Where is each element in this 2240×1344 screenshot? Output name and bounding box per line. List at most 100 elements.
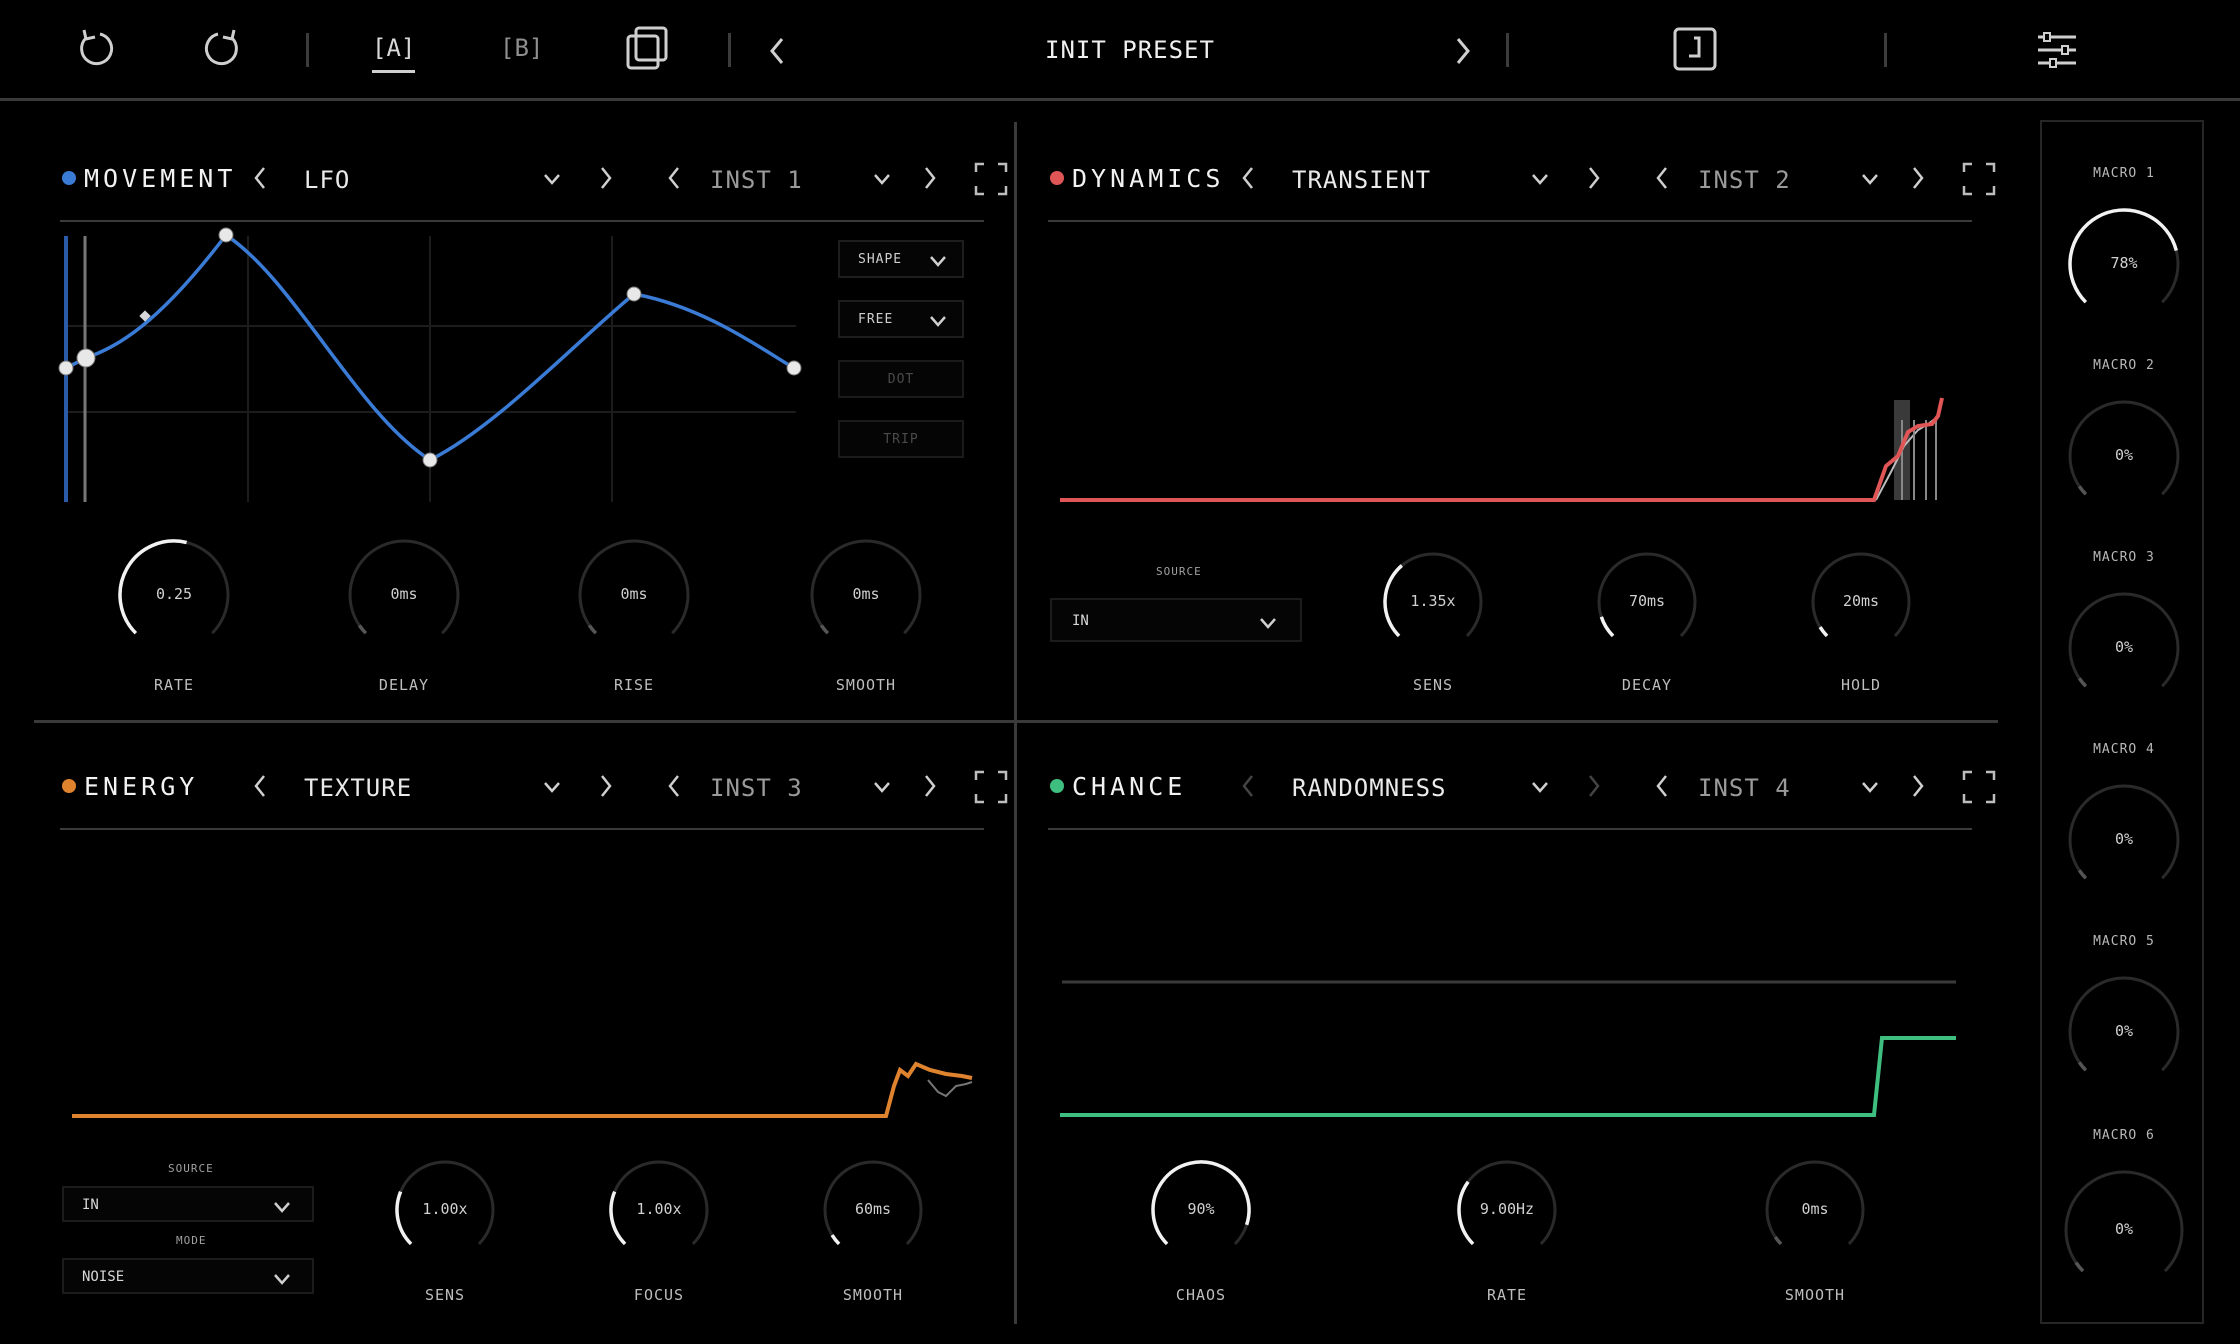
knob[interactable]: 0% [2064,780,2184,900]
expand-icon[interactable] [974,770,1008,804]
button-label: FREE [858,312,894,327]
knob[interactable]: 0ms [574,535,694,655]
knob[interactable]: 0ms [344,535,464,655]
knob[interactable]: 0.25 [114,535,234,655]
source-dropdown[interactable]: IN [1050,598,1302,642]
knob-label: DELAY [378,676,430,694]
module-dropdown-icon[interactable] [542,172,562,186]
copy-icon[interactable] [624,24,672,74]
randomness-graph [1060,980,1956,1117]
knob-fill [2077,869,2088,880]
inst-dropdown-icon[interactable] [872,780,892,794]
preset-name[interactable]: INIT PRESET [1045,36,1215,64]
knob[interactable]: 0% [2064,588,2184,708]
knob-fill [2074,1261,2085,1273]
knob[interactable]: 90% [1147,1156,1255,1264]
redo-icon[interactable] [200,26,244,70]
instance-label[interactable]: INST 3 [710,774,803,802]
free-dropdown[interactable]: FREE [838,300,964,338]
chevron-down-icon[interactable] [272,1200,292,1214]
chevron-down-icon[interactable] [928,254,948,268]
inst-dropdown-icon[interactable] [872,172,892,186]
module-type[interactable]: TRANSIENT [1292,166,1431,194]
texture-graph [72,1061,973,1118]
header-underline [1048,828,1972,830]
next-inst-icon[interactable] [922,165,938,191]
knob-label: SENS [424,1286,466,1304]
knob[interactable]: 70ms [1593,548,1701,656]
mode-dropdown[interactable]: NOISE [62,1258,314,1294]
expand-icon[interactable] [1962,162,1996,196]
knob[interactable]: 0ms [806,535,926,655]
dot-button[interactable]: DOT [838,360,964,398]
lfo-node [76,348,96,368]
signal-line [1060,1036,1956,1117]
lfo-graph[interactable] [56,222,856,512]
next-inst-icon[interactable] [1910,773,1926,799]
module-type[interactable]: LFO [304,166,350,194]
knob[interactable]: 0% [2064,972,2184,1092]
tab-a[interactable]: [A] [372,34,416,73]
knob[interactable]: 9.00Hz [1453,1156,1561,1264]
knob-label: SMOOTH [842,1286,904,1304]
next-preset-icon[interactable] [1450,36,1474,66]
next-module-icon[interactable] [1586,773,1602,799]
knob[interactable]: 0% [2064,396,2184,516]
instance-label[interactable]: INST 1 [710,166,803,194]
knob-value: 9.00Hz [1479,1200,1535,1218]
module-dropdown-icon[interactable] [1530,172,1550,186]
knob[interactable]: 0ms [1761,1156,1869,1264]
prev-inst-icon[interactable] [1654,773,1670,799]
chevron-down-icon[interactable] [1258,616,1278,630]
prev-module-icon[interactable] [252,773,268,799]
next-module-icon[interactable] [1586,165,1602,191]
knob-value: 90% [1187,1200,1215,1218]
knob-fill [357,624,368,635]
macro-label: MACRO 4 [2093,742,2155,757]
trip-button[interactable]: TRIP [838,420,964,458]
knob[interactable]: 78% [2064,204,2184,324]
chevron-down-icon[interactable] [928,314,948,328]
prev-module-icon[interactable] [252,165,268,191]
next-inst-icon[interactable] [922,773,938,799]
knob[interactable]: 60ms [819,1156,927,1264]
module-dropdown-icon[interactable] [542,780,562,794]
knob[interactable]: 20ms [1807,548,1915,656]
knob[interactable]: 1.35x [1379,548,1487,656]
knob-value: 0ms [620,585,648,603]
source-dropdown[interactable]: IN [62,1186,314,1222]
module-type[interactable]: RANDOMNESS [1292,774,1447,802]
knob[interactable]: 1.00x [605,1156,713,1264]
prev-preset-icon[interactable] [766,36,790,66]
knob[interactable]: 1.00x [391,1156,499,1264]
shape-dropdown[interactable]: SHAPE [838,240,964,278]
next-module-icon[interactable] [598,165,614,191]
save-icon[interactable] [1672,26,1718,72]
instance-label[interactable]: INST 4 [1698,774,1791,802]
module-type[interactable]: TEXTURE [304,774,412,802]
knob-value: 1.00x [422,1200,468,1218]
expand-icon[interactable] [1962,770,1996,804]
panel-title: DYNAMICS [1072,164,1225,193]
module-dropdown-icon[interactable] [1530,780,1550,794]
chevron-down-icon[interactable] [272,1272,292,1286]
inst-dropdown-icon[interactable] [1860,780,1880,794]
instance-label[interactable]: INST 2 [1698,166,1791,194]
inst-dropdown-icon[interactable] [1860,172,1880,186]
expand-icon[interactable] [974,162,1008,196]
prev-inst-icon[interactable] [666,165,682,191]
prev-module-icon[interactable] [1240,165,1256,191]
knob-label: RATE [1486,1286,1528,1304]
tab-b[interactable]: [B] [500,34,543,62]
prev-inst-icon[interactable] [1654,165,1670,191]
knob[interactable]: 0% [2060,1166,2188,1294]
knob-fill [2077,485,2088,496]
next-inst-icon[interactable] [1910,165,1926,191]
separator [728,33,731,67]
menu-icon[interactable] [2036,32,2078,68]
prev-module-icon[interactable] [1240,773,1256,799]
undo-icon[interactable] [74,26,118,70]
next-module-icon[interactable] [598,773,614,799]
knob-label: SENS [1412,676,1454,694]
prev-inst-icon[interactable] [666,773,682,799]
